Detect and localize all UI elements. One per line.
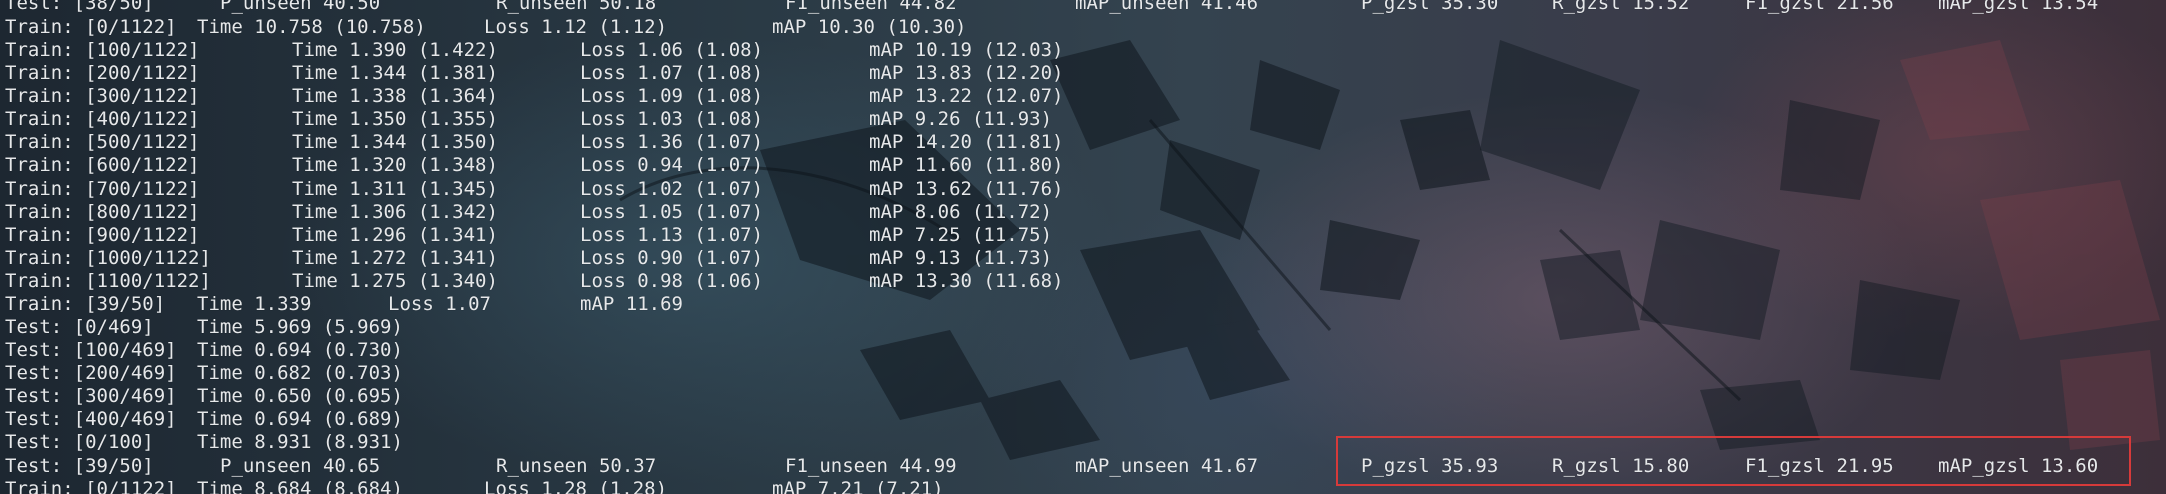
- log-field: Loss 0.94 (1.07): [580, 154, 764, 176]
- log-field: Train: [600/1122]: [5, 154, 200, 176]
- log-field: Time 1.311 (1.345): [292, 178, 498, 200]
- log-field: mAP_gzsl 13.54: [1938, 0, 2099, 14]
- log-field: Time 8.931 (8.931): [197, 431, 403, 453]
- log-field: Loss 0.98 (1.06): [580, 270, 764, 292]
- log-field: F1_gzsl 21.56: [1745, 0, 1894, 14]
- log-field: Time 1.390 (1.422): [292, 39, 498, 61]
- log-field: Time 1.344 (1.381): [292, 62, 498, 84]
- log-field: Train: [0/1122]: [5, 16, 177, 38]
- log-field: Loss 1.05 (1.07): [580, 201, 764, 223]
- log-field: Train: [500/1122]: [5, 131, 200, 153]
- log-field: Train: [200/1122]: [5, 62, 200, 84]
- log-field: Train: [1000/1122]: [5, 247, 211, 269]
- log-field: mAP 7.25 (11.75): [869, 224, 1053, 246]
- log-field: Train: [1100/1122]: [5, 270, 211, 292]
- log-field: Time 1.338 (1.364): [292, 85, 498, 107]
- log-field: Loss 1.36 (1.07): [580, 131, 764, 153]
- log-field: mAP 13.22 (12.07): [869, 85, 1064, 107]
- log-field: R_unseen 50.18: [496, 0, 657, 14]
- log-field: Time 1.306 (1.342): [292, 201, 498, 223]
- log-field: mAP 9.13 (11.73): [869, 247, 1053, 269]
- log-field: Train: [39/50]: [5, 293, 166, 315]
- log-field: mAP 13.62 (11.76): [869, 178, 1064, 200]
- log-field: Train: [100/1122]: [5, 39, 200, 61]
- log-field: Test: [300/469]: [5, 385, 177, 407]
- log-field: mAP 10.30 (10.30): [772, 16, 967, 38]
- log-field: Time 0.694 (0.689): [197, 408, 403, 430]
- log-field: mAP 8.06 (11.72): [869, 201, 1053, 223]
- log-field: R_unseen 50.37: [496, 455, 657, 477]
- log-field: Time 0.694 (0.730): [197, 339, 403, 361]
- log-field: mAP 11.69: [580, 293, 683, 315]
- log-field: Loss 1.06 (1.08): [580, 39, 764, 61]
- log-field: Time 1.344 (1.350): [292, 131, 498, 153]
- log-field: R_gzsl 15.52: [1552, 0, 1690, 14]
- log-field: Loss 1.07: [388, 293, 491, 315]
- log-field: mAP_unseen 41.46: [1075, 0, 1259, 14]
- log-field: Time 1.320 (1.348): [292, 154, 498, 176]
- log-field: Test: [100/469]: [5, 339, 177, 361]
- log-field: Loss 1.28 (1.28): [484, 478, 668, 494]
- log-field: mAP 14.20 (11.81): [869, 131, 1064, 153]
- log-field: Loss 1.07 (1.08): [580, 62, 764, 84]
- log-field: mAP_unseen 41.67: [1075, 455, 1259, 477]
- highlight-annotation-box: [1336, 436, 2131, 486]
- log-field: Time 0.650 (0.695): [197, 385, 403, 407]
- log-field: Loss 1.09 (1.08): [580, 85, 764, 107]
- log-field: Train: [700/1122]: [5, 178, 200, 200]
- log-field: Test: [400/469]: [5, 408, 177, 430]
- log-field: Train: [400/1122]: [5, 108, 200, 130]
- log-field: mAP 10.19 (12.03): [869, 39, 1064, 61]
- log-field: P_gzsl 35.30: [1361, 0, 1499, 14]
- log-field: Time 1.350 (1.355): [292, 108, 498, 130]
- log-field: Loss 1.13 (1.07): [580, 224, 764, 246]
- log-field: Time 1.296 (1.341): [292, 224, 498, 246]
- log-field: Test: [0/469]: [5, 316, 154, 338]
- log-field: mAP 7.21 (7.21): [772, 478, 944, 494]
- log-field: P_unseen 40.65: [220, 455, 381, 477]
- log-field: Train: [300/1122]: [5, 85, 200, 107]
- log-field: Test: [0/100]: [5, 431, 154, 453]
- log-field: Time 10.758 (10.758): [197, 16, 426, 38]
- log-field: Train: [900/1122]: [5, 224, 200, 246]
- log-field: F1_unseen 44.99: [785, 455, 957, 477]
- log-field: Loss 1.03 (1.08): [580, 108, 764, 130]
- log-field: Time 0.682 (0.703): [197, 362, 403, 384]
- log-field: Loss 0.90 (1.07): [580, 247, 764, 269]
- log-field: Test: [39/50]: [5, 455, 154, 477]
- log-field: Time 1.272 (1.341): [292, 247, 498, 269]
- log-field: Train: [0/1122]: [5, 478, 177, 494]
- log-field: Loss 1.12 (1.12): [484, 16, 668, 38]
- log-field: Loss 1.02 (1.07): [580, 178, 764, 200]
- log-field: Time 1.339: [197, 293, 312, 315]
- terminal-window[interactable]: Test: [38/50] P_unseen 40.50 R_unseen 50.1…: [0, 0, 2166, 494]
- log-field: F1_unseen 44.82: [785, 0, 957, 14]
- log-field: mAP 13.83 (12.20): [869, 62, 1064, 84]
- log-field: Test: [38/50]: [5, 0, 154, 14]
- log-field: Test: [200/469]: [5, 362, 177, 384]
- log-field: Time 5.969 (5.969): [197, 316, 403, 338]
- log-field: P_unseen 40.50: [220, 0, 381, 14]
- log-field: Train: [800/1122]: [5, 201, 200, 223]
- log-field: mAP 11.60 (11.80): [869, 154, 1064, 176]
- log-field: Time 1.275 (1.340): [292, 270, 498, 292]
- log-field: Time 8.684 (8.684): [197, 478, 403, 494]
- log-field: mAP 13.30 (11.68): [869, 270, 1064, 292]
- log-field: mAP 9.26 (11.93): [869, 108, 1053, 130]
